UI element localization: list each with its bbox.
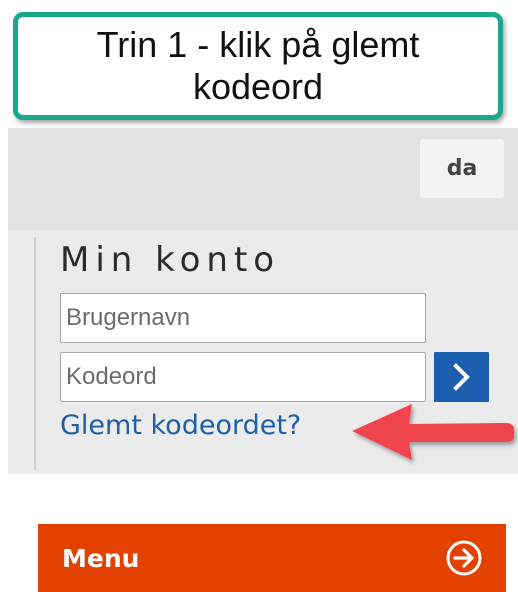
login-submit-button[interactable] — [434, 352, 489, 402]
instruction-callout: Trin 1 - klik på glemt kodeord — [13, 12, 503, 120]
menu-bar[interactable]: Menu — [38, 524, 506, 592]
menu-label: Menu — [62, 543, 140, 573]
panel-title: Min konto — [60, 240, 281, 280]
password-field[interactable] — [60, 352, 426, 402]
instruction-text: Trin 1 - klik på glemt kodeord — [96, 24, 420, 107]
chevron-right-icon — [452, 363, 470, 391]
username-field[interactable] — [60, 293, 426, 343]
panel-divider — [34, 237, 36, 470]
forgot-password-link[interactable]: Glemt kodeordet? — [60, 410, 301, 441]
arrow-left-icon — [352, 404, 514, 460]
language-button[interactable]: da — [420, 139, 504, 198]
circle-arrow-right-icon — [446, 540, 482, 576]
